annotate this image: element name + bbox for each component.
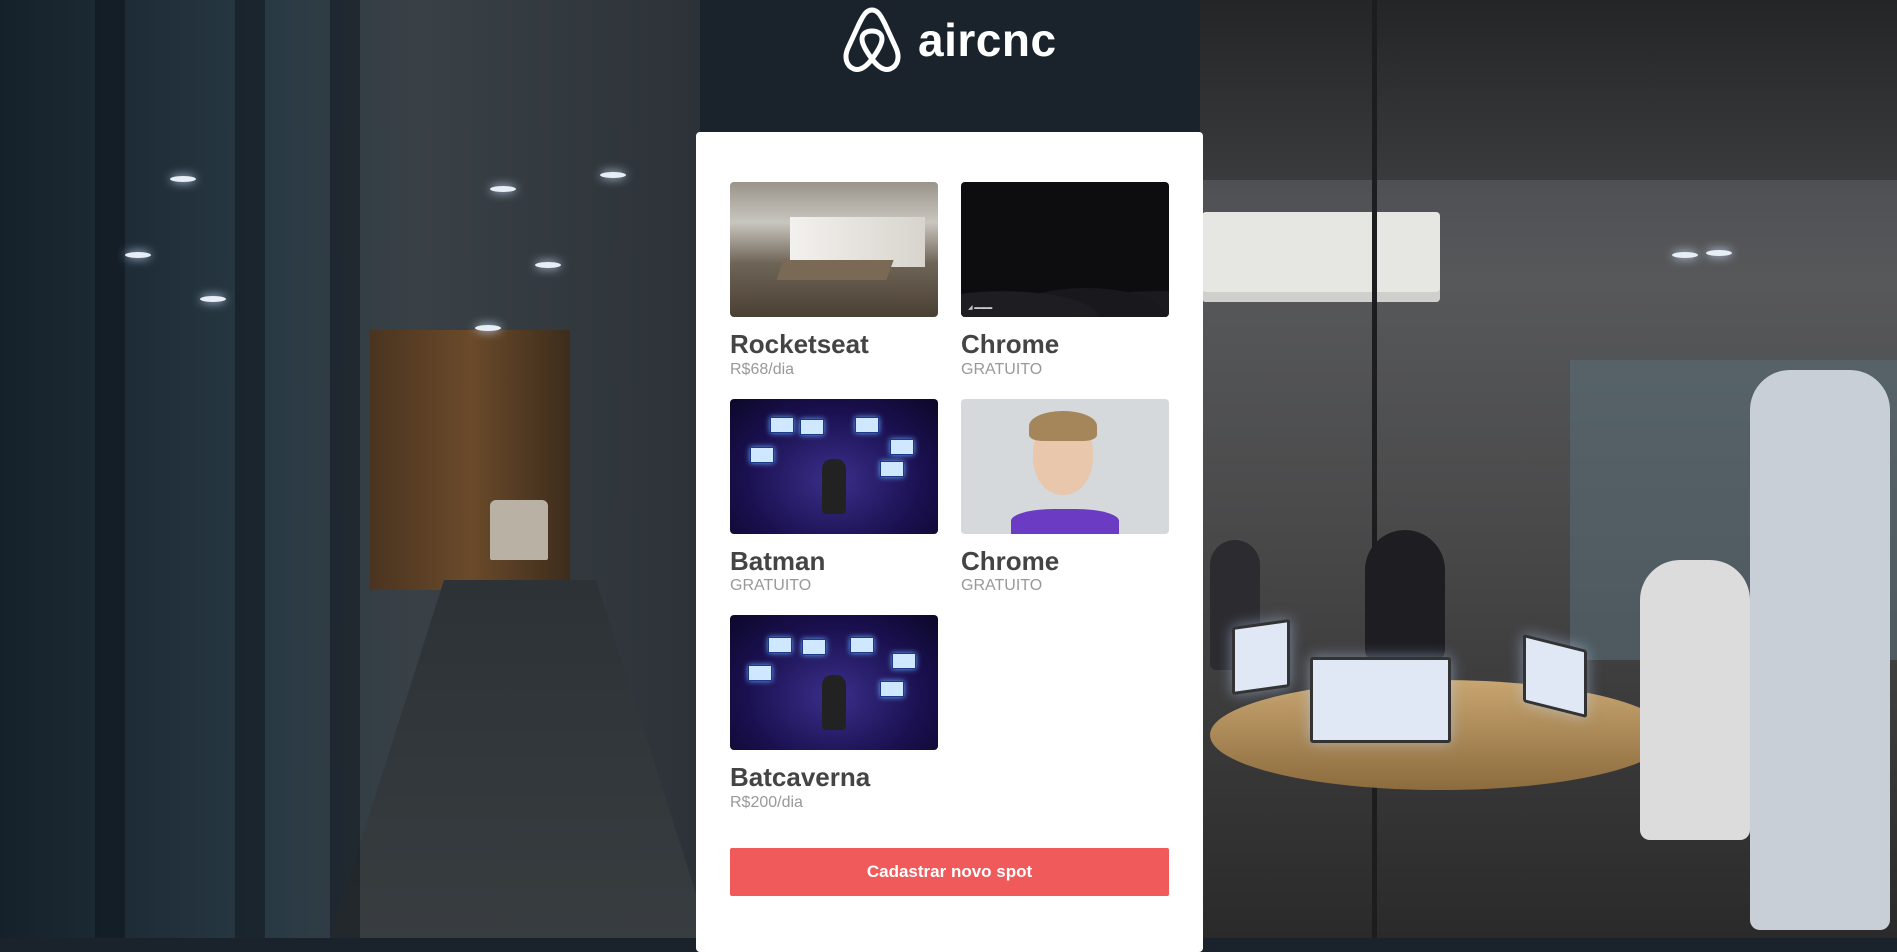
spot-thumbnail bbox=[730, 182, 938, 317]
spot-item[interactable]: ◢ ▬▬▬ Chrome GRATUITO bbox=[961, 182, 1169, 379]
spot-thumbnail bbox=[730, 398, 938, 534]
spot-price: R$200/dia bbox=[730, 793, 803, 811]
spots-card: Rocketseat R$68/dia ◢ ▬▬▬ Chrome GRATUIT… bbox=[696, 132, 1203, 952]
spot-thumbnail: ◢ ▬▬▬ bbox=[961, 182, 1169, 317]
aircnc-logo: aircnc bbox=[838, 4, 1057, 76]
spot-item[interactable]: Batcaverna R$200/dia bbox=[730, 615, 938, 812]
airbnb-belo-icon bbox=[843, 7, 901, 72]
spot-name: Chrome bbox=[961, 329, 1060, 359]
spot-item[interactable]: Chrome GRATUITO bbox=[961, 398, 1169, 596]
spot-item[interactable]: Batman GRATUITO bbox=[730, 398, 938, 596]
new-spot-button[interactable]: Cadastrar novo spot bbox=[730, 847, 1169, 896]
spot-price: GRATUITO bbox=[730, 577, 812, 595]
spot-price: R$68/dia bbox=[730, 360, 795, 378]
spot-thumbnail bbox=[730, 615, 938, 751]
spot-name: Batman bbox=[730, 545, 826, 576]
spot-item[interactable]: Rocketseat R$68/dia bbox=[730, 182, 938, 379]
spot-name: Chrome bbox=[961, 545, 1060, 576]
spot-name: Batcaverna bbox=[730, 762, 871, 793]
logo-text: aircnc bbox=[918, 14, 1057, 66]
spot-list: Rocketseat R$68/dia ◢ ▬▬▬ Chrome GRATUIT… bbox=[730, 182, 1169, 812]
spot-price: GRATUITO bbox=[961, 577, 1043, 595]
spot-price: GRATUITO bbox=[961, 360, 1043, 378]
spot-thumbnail bbox=[961, 398, 1169, 534]
spot-name: Rocketseat bbox=[730, 329, 869, 359]
